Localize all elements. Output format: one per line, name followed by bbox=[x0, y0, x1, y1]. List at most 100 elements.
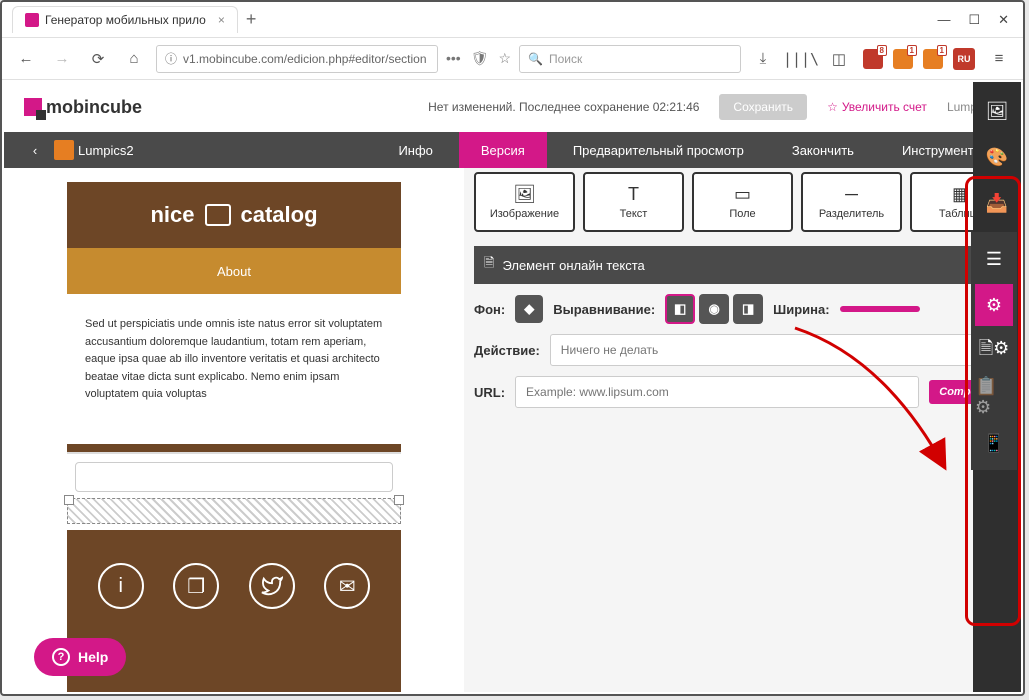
el-label: Поле bbox=[729, 208, 755, 220]
action-select[interactable] bbox=[550, 334, 1011, 366]
width-slider[interactable] bbox=[840, 306, 920, 312]
settings-tool-icon[interactable]: ⚙ bbox=[975, 284, 1013, 326]
inner-toolbar: ☰ ⚙ 🗎⚙ 📋⚙ 📱 bbox=[971, 232, 1017, 470]
url-bar[interactable]: ⓘ v1.mobincube.com/edicion.php#editor/se… bbox=[156, 45, 438, 73]
tab-preview[interactable]: Предварительный просмотр bbox=[551, 132, 766, 168]
minimize-icon[interactable]: — bbox=[937, 12, 950, 28]
close-tab-icon[interactable]: × bbox=[218, 13, 225, 27]
save-status: Нет изменений. Последнее сохранение 02:2… bbox=[428, 100, 699, 114]
tab-title: Генератор мобильных прило bbox=[45, 13, 206, 27]
download-icon[interactable]: ⤓ bbox=[749, 45, 777, 73]
preview-canvas: nice catalog About Sed ut perspiciatis u… bbox=[4, 168, 464, 692]
tab-version[interactable]: Версия bbox=[459, 132, 547, 168]
mail-icon[interactable]: ✉ bbox=[324, 563, 370, 609]
preview-footer: i ❐ ✉ bbox=[67, 530, 401, 642]
table-icon: ▦ bbox=[952, 184, 969, 205]
project-icon bbox=[54, 140, 74, 160]
extension-lang-icon[interactable]: RU bbox=[953, 48, 975, 70]
list-tool-icon[interactable]: ☰ bbox=[975, 238, 1013, 280]
search-icon: 🔍 bbox=[528, 52, 543, 66]
field-placeholder[interactable] bbox=[75, 462, 393, 492]
nav-back-button[interactable]: ‹ bbox=[20, 143, 50, 158]
ellipsis-icon[interactable]: ••• bbox=[446, 50, 461, 67]
library-icon[interactable]: |||\ bbox=[787, 45, 815, 73]
align-label: Выравнивание: bbox=[553, 302, 655, 317]
el-label: Текст bbox=[620, 208, 648, 220]
search-placeholder: Поиск bbox=[549, 52, 582, 66]
selection-handle[interactable] bbox=[67, 498, 401, 524]
phone-preview[interactable]: nice catalog About Sed ut perspiciatis u… bbox=[67, 182, 401, 692]
new-tab-button[interactable]: + bbox=[246, 9, 257, 30]
add-field-button[interactable]: ▭Поле bbox=[692, 172, 793, 232]
maximize-icon[interactable]: ☐ bbox=[968, 12, 980, 28]
search-bar[interactable]: 🔍 Поиск bbox=[519, 45, 741, 73]
upgrade-link[interactable]: ☆ Увеличить счет bbox=[827, 100, 927, 114]
app-nav: ‹ Lumpics2 Инфо Версия Предварительный п… bbox=[4, 132, 1021, 168]
bg-label: Фон: bbox=[474, 302, 505, 317]
close-window-icon[interactable]: ✕ bbox=[998, 12, 1009, 28]
browser-window: Генератор мобильных прило × + — ☐ ✕ ← → … bbox=[0, 0, 1025, 696]
preview-about-bar: About bbox=[67, 248, 401, 294]
browser-tab[interactable]: Генератор мобильных прило × bbox=[12, 6, 238, 33]
star-outline-icon: ☆ bbox=[827, 100, 838, 114]
align-center-button[interactable]: ◉ bbox=[699, 294, 729, 324]
workspace: nice catalog About Sed ut perspiciatis u… bbox=[4, 168, 1021, 692]
align-left-button[interactable]: ◧ bbox=[665, 294, 695, 324]
tab-finish[interactable]: Закончить bbox=[770, 132, 876, 168]
extension-mail-icon[interactable]: 1 bbox=[923, 49, 943, 69]
save-button[interactable]: Сохранить bbox=[719, 94, 807, 120]
tab-info[interactable]: Инфо bbox=[376, 132, 454, 168]
info-circle-icon[interactable]: i bbox=[98, 563, 144, 609]
add-text-button[interactable]: T Текст bbox=[583, 172, 684, 232]
book-icon[interactable]: ❐ bbox=[173, 563, 219, 609]
star-icon[interactable]: ☆ bbox=[498, 50, 511, 67]
hamburger-icon[interactable]: ≡ bbox=[985, 45, 1013, 73]
align-right-button[interactable]: ◨ bbox=[733, 294, 763, 324]
url-label: URL: bbox=[474, 385, 505, 400]
question-icon: ? bbox=[52, 648, 70, 666]
help-button[interactable]: ? Help bbox=[34, 638, 126, 676]
add-divider-button[interactable]: ─Разделитель bbox=[801, 172, 902, 232]
reload-button[interactable]: ⟳ bbox=[84, 45, 112, 73]
row-action: Действие: bbox=[474, 334, 1011, 366]
sidebar-icon[interactable]: ◫ bbox=[825, 45, 853, 73]
home-button[interactable]: ⌂ bbox=[120, 45, 148, 73]
element-toolbar: 🖼Изображение T Текст ▭Поле ─Разделитель ▦… bbox=[474, 168, 1011, 236]
back-button[interactable]: ← bbox=[12, 45, 40, 73]
properties-panel: 🖼Изображение T Текст ▭Поле ─Разделитель ▦… bbox=[464, 168, 1021, 692]
el-label: Разделитель bbox=[819, 208, 884, 220]
url-text: v1.mobincube.com/edicion.php#editor/sect… bbox=[183, 52, 426, 66]
url-input[interactable] bbox=[515, 376, 919, 408]
preview-title-right: catalog bbox=[241, 202, 318, 228]
image-tool-icon[interactable]: 🖼 bbox=[977, 90, 1017, 132]
device-tool-icon[interactable]: 📱 bbox=[975, 422, 1013, 464]
upgrade-label: Увеличить счет bbox=[842, 100, 927, 114]
clipboard-settings-icon[interactable]: 📋⚙ bbox=[975, 376, 1013, 418]
forward-button[interactable]: → bbox=[48, 45, 76, 73]
browser-title-bar: Генератор мобильных прило × + — ☐ ✕ bbox=[2, 2, 1023, 38]
bg-color-picker[interactable]: ◆ bbox=[515, 295, 543, 323]
logo[interactable]: mobincube bbox=[24, 97, 142, 118]
row-background-align-width: Фон: ◆ Выравнивание: ◧ ◉ ◨ Ширина: bbox=[474, 294, 1011, 324]
project-name[interactable]: Lumpics2 bbox=[78, 143, 134, 158]
logo-mark-icon bbox=[24, 98, 42, 116]
panel-heading: 🗎 Элемент онлайн текста bbox=[474, 246, 1011, 284]
text-icon: T bbox=[628, 184, 639, 205]
extension-ublock-icon[interactable]: 8 bbox=[863, 49, 883, 69]
help-label: Help bbox=[78, 649, 108, 665]
badge-count: 1 bbox=[937, 45, 947, 56]
twitter-icon[interactable] bbox=[249, 563, 295, 609]
row-url: URL: Compositor bbox=[474, 376, 1011, 408]
page-settings-icon[interactable]: 🗎⚙ bbox=[975, 330, 1013, 372]
extension-shield-icon[interactable]: 1 bbox=[893, 49, 913, 69]
logo-text: mobincube bbox=[46, 97, 142, 118]
width-label: Ширина: bbox=[773, 302, 829, 317]
info-icon: ⓘ bbox=[165, 50, 177, 67]
shield-icon[interactable]: 🛡 bbox=[471, 50, 489, 67]
preview-body-text: Sed ut perspiciatis unde omnis iste natu… bbox=[67, 294, 401, 444]
add-image-button[interactable]: 🖼Изображение bbox=[474, 172, 575, 232]
app-viewport: mobincube Нет изменений. Последнее сохра… bbox=[4, 82, 1021, 692]
preview-title-left: nice bbox=[150, 202, 194, 228]
inbox-tool-icon[interactable]: 📥 bbox=[977, 182, 1017, 224]
palette-tool-icon[interactable]: 🎨 bbox=[977, 136, 1017, 178]
